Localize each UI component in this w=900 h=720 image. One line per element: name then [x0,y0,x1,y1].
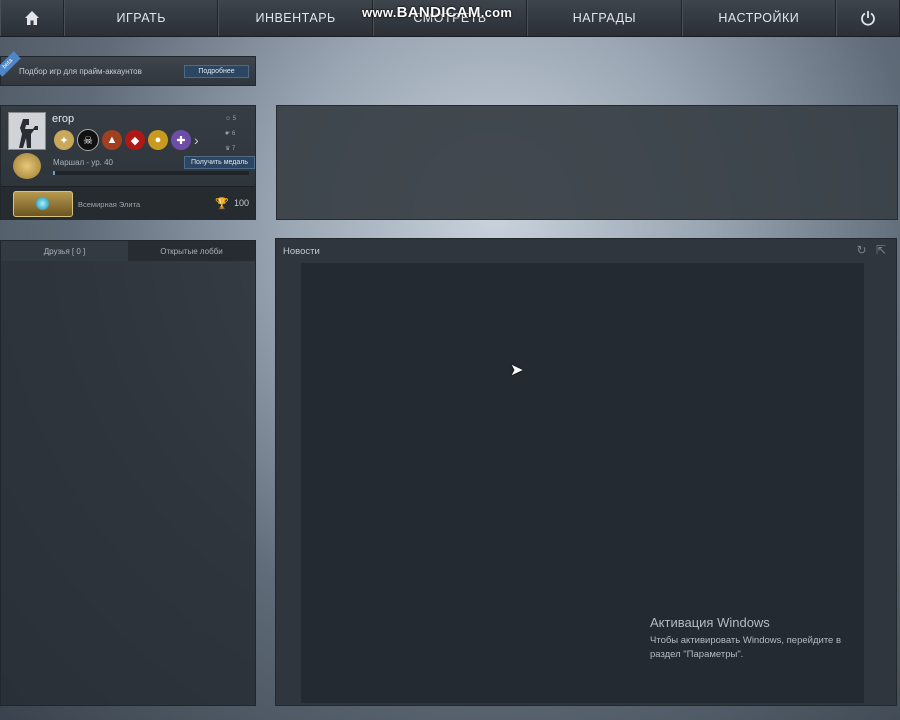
windows-activation-title: Активация Windows [650,615,770,630]
bandicam-watermark: www.BANDICAM.com [362,4,512,21]
windows-activation-line1: Чтобы активировать Windows, перейдите в [650,635,842,646]
refresh-icon[interactable]: ↻ [857,243,867,257]
tab-friends[interactable]: Друзья [ 0 ] [1,241,128,261]
beta-ribbon: beta [0,51,21,77]
nav-settings[interactable]: НАСТРОЙКИ [681,0,837,36]
tab-open-lobbies[interactable]: Открытые лобби [128,241,255,261]
nav-inventory[interactable]: ИНВЕНТАРЬ [218,0,373,36]
xp-progress-fill [53,171,55,175]
medal-showcase: ✦ ☠ ▲ ◆ ● ✚ › [54,129,199,151]
nav-awards[interactable]: НАГРАДЫ [527,0,682,36]
prime-text: Подбор игр для прайм-аккаунтов [19,66,142,76]
skull-medal-icon[interactable]: ☠ [77,129,99,151]
global-elite-badge-icon [13,191,73,217]
home-button[interactable] [0,0,64,36]
avatar-silhouette-icon [9,113,45,149]
avatar[interactable] [8,112,46,150]
friends-panel: Друзья [ 0 ] Открытые лобби [0,240,256,706]
watermark-prefix: www. [362,5,397,20]
news-title: Новости [283,246,320,257]
player-profile: егор ✦ ☠ ▲ ◆ ● ✚ › ☺ 5 ☛ 6 ♛ 7 Маршал - … [0,105,256,220]
purple-coin-icon[interactable]: ✚ [171,130,191,150]
power-icon [861,11,875,26]
red-coin-icon[interactable]: ◆ [125,130,145,150]
windows-activation-line2: раздел "Параметры". [650,649,744,660]
prime-banner: beta Подбор игр для прайм-аккаунтов Подр… [0,51,256,86]
watermark-suffix: .com [480,5,513,20]
get-medal-button[interactable]: Получить медаль [184,156,255,169]
more-medals-arrow-icon[interactable]: › [194,132,199,148]
competitive-rank-row: Всемирная Элита 🏆 100 [1,186,255,220]
nav-play[interactable]: ИГРАТЬ [64,0,219,36]
windows-activation-notice: Активация Windows Чтобы активировать Win… [650,615,841,662]
news-header: Новости ↻ ⇱ [276,239,896,263]
news-tools: ↻ ⇱ [857,243,886,257]
external-link-icon[interactable]: ⇱ [876,243,886,257]
more-info-button[interactable]: Подробнее [184,65,249,78]
xp-progress-bar [53,171,249,175]
stat-commend-3: ♛ 7 [225,146,236,152]
friends-tabs: Друзья [ 0 ] Открытые лобби [1,241,255,261]
promo-panel [276,105,898,220]
power-button[interactable] [836,0,900,36]
gold-coin-icon[interactable]: ● [148,130,168,150]
trophy-icon: 🏆 [215,198,229,210]
profile-rank-icon [13,153,41,179]
watermark-brand: BANDICAM [396,4,481,21]
service-medal-icon[interactable]: ✦ [54,130,74,150]
stat-commend-2: ☛ 6 [225,131,236,137]
mouse-cursor-icon: ➤ [510,362,524,379]
operation-coin-icon[interactable]: ▲ [102,130,122,150]
stat-commend-1: ☺ 5 [225,116,237,122]
competitive-rank-name: Всемирная Элита [78,200,141,209]
profile-rank-text: Маршал - ур. 40 [53,158,113,167]
home-icon [25,11,39,25]
username[interactable]: егор [52,113,74,125]
profile-stats: ☺ 5 ☛ 6 ♛ 7 [225,112,236,157]
trophy-score: 100 [234,198,250,208]
